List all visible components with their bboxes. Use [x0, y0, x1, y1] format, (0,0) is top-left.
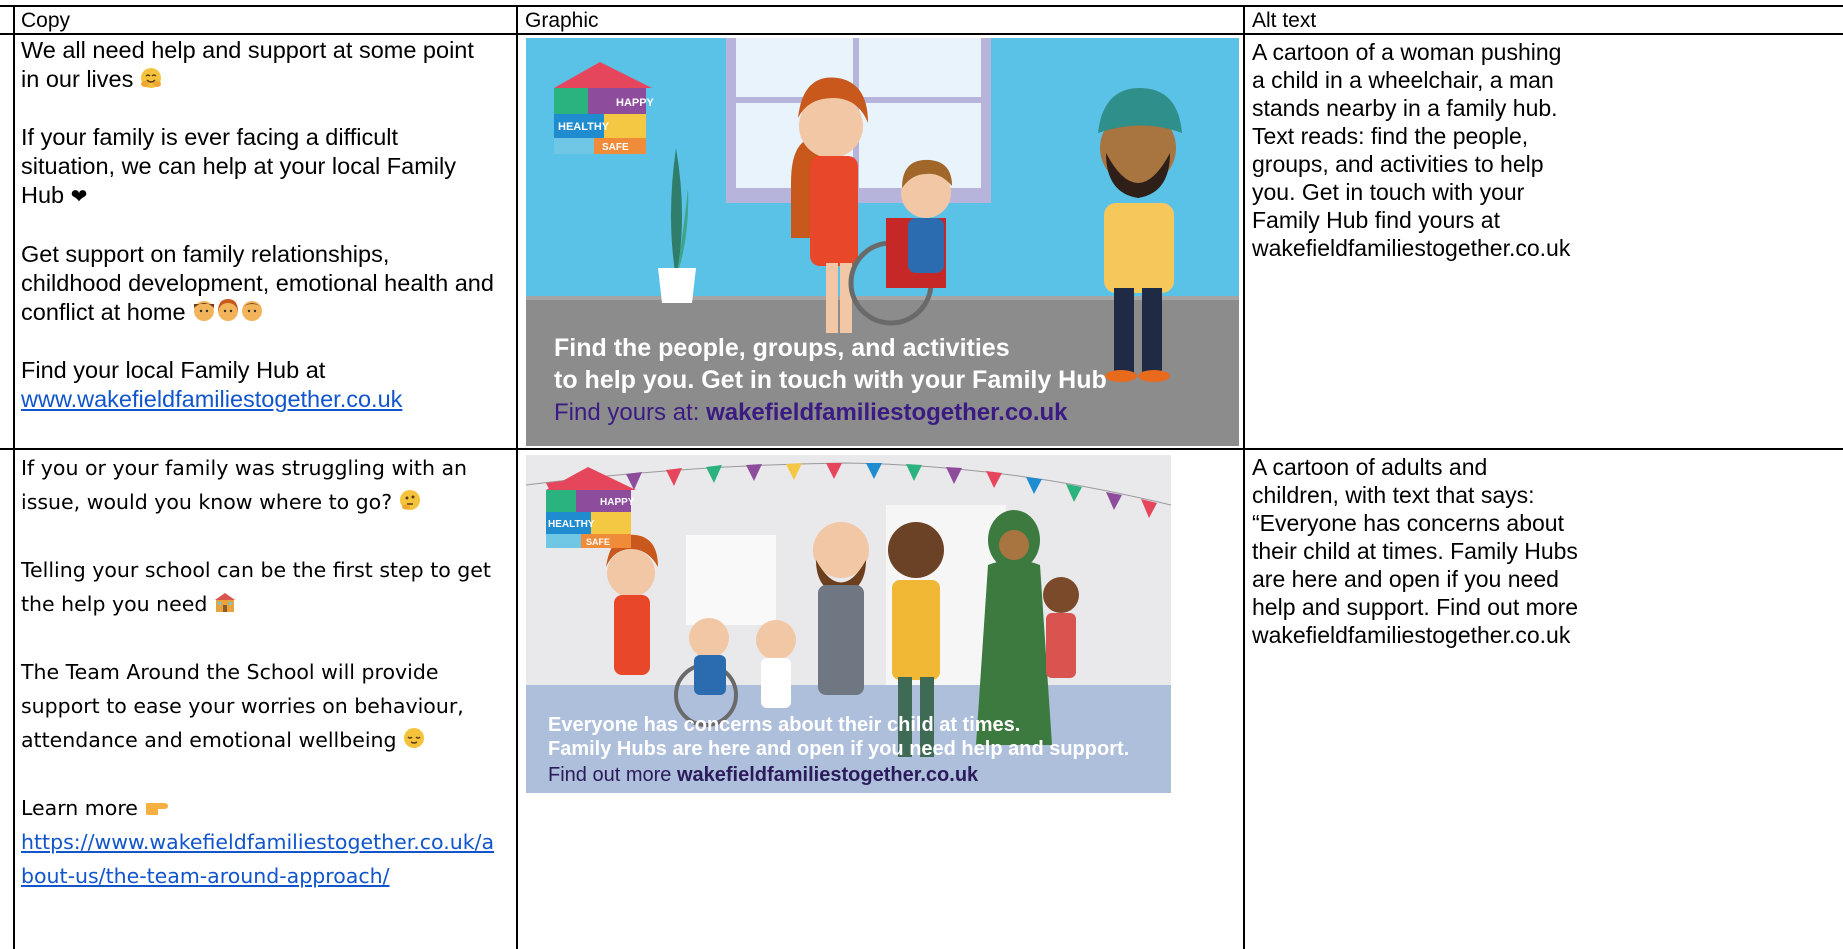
family-hub-graphic-1: HAPPY HEALTHY SAFE Find the people, grou…: [526, 38, 1239, 446]
content-table: Copy Graphic Alt text We all need help a…: [0, 0, 1843, 949]
row1-copy-paragraph: Get support on family relationships, chi…: [21, 241, 494, 326]
table-border-header: [0, 33, 1843, 35]
graphic-1-line-3: Find yours at: wakefieldfamiliestogether…: [554, 399, 1068, 426]
logo-word-safe: SAFE: [586, 537, 610, 547]
logo-word-happy: HAPPY: [616, 97, 655, 109]
hugging-face-emoji: [140, 67, 162, 93]
logo-word-healthy: HEALTHY: [548, 519, 595, 530]
table-border-left: [13, 5, 15, 949]
thinking-face-emoji: [399, 489, 421, 516]
logo-word-safe: SAFE: [602, 142, 629, 153]
logo-word-healthy: HEALTHY: [558, 121, 610, 133]
column-divider: [1243, 5, 1245, 949]
logo-word-happy: HAPPY: [600, 497, 635, 508]
graphic-1-illustration: HAPPY HEALTHY SAFE Find the people, grou…: [526, 38, 1239, 446]
graphic-1-line-1: Find the people, groups, and activities: [554, 334, 1010, 362]
graphic-2-illustration: HAPPY HEALTHY SAFE Everyone has concerns…: [526, 455, 1171, 793]
row2-copy-paragraph: Telling your school can be the first ste…: [21, 558, 491, 618]
family-faces-emoji: [192, 298, 264, 326]
relieved-face-emoji: [403, 727, 425, 754]
heart-emoji: ❤: [70, 184, 88, 208]
row1-copy-paragraph: Find your local Family Hub at www.wakefi…: [21, 357, 403, 412]
graphic-1-line-2: to help you. Get in touch with your Fami…: [554, 366, 1107, 394]
column-divider: [516, 5, 518, 949]
header-alt-text: Alt text: [1252, 9, 1317, 32]
row1-copy-paragraph: We all need help and support at some poi…: [21, 37, 474, 93]
row2-copy-paragraph: The Team Around the School will provide …: [21, 660, 464, 754]
school-emoji: [214, 591, 236, 618]
family-hub-link[interactable]: www.wakefieldfamiliestogether.co.uk: [21, 386, 402, 412]
family-hub-graphic-2: HAPPY HEALTHY SAFE Everyone has concerns…: [526, 455, 1171, 793]
row1-copy: We all need help and support at some poi…: [21, 36, 496, 443]
pointing-right-emoji: [144, 795, 174, 822]
row2-copy-paragraph: Learn more https://www.wakefieldfamilies…: [21, 795, 495, 888]
row2-alt-text: A cartoon of adults and children, with t…: [1252, 454, 1579, 648]
graphic-2-line-1: Everyone has concerns about their child …: [548, 714, 1020, 736]
graphic-2-line-2: Family Hubs are here and open if you nee…: [548, 738, 1129, 760]
row1-alt-text: A cartoon of a woman pushing a child in …: [1252, 39, 1571, 261]
row2-copy-paragraph: If you or your family was struggling wit…: [21, 456, 468, 516]
row1-copy-paragraph: If your family is ever facing a difficul…: [21, 124, 456, 208]
header-copy: Copy: [21, 9, 71, 32]
team-around-approach-link[interactable]: https://www.wakefieldfamiliestogether.co…: [21, 830, 494, 888]
graphic-2-line-3: Find out more wakefieldfamiliestogether.…: [548, 764, 979, 786]
row2-copy: If you or your family was struggling wit…: [21, 451, 501, 893]
table-border-row: [0, 448, 1843, 450]
header-graphic: Graphic: [525, 9, 599, 32]
table-border-top: [0, 5, 1843, 7]
